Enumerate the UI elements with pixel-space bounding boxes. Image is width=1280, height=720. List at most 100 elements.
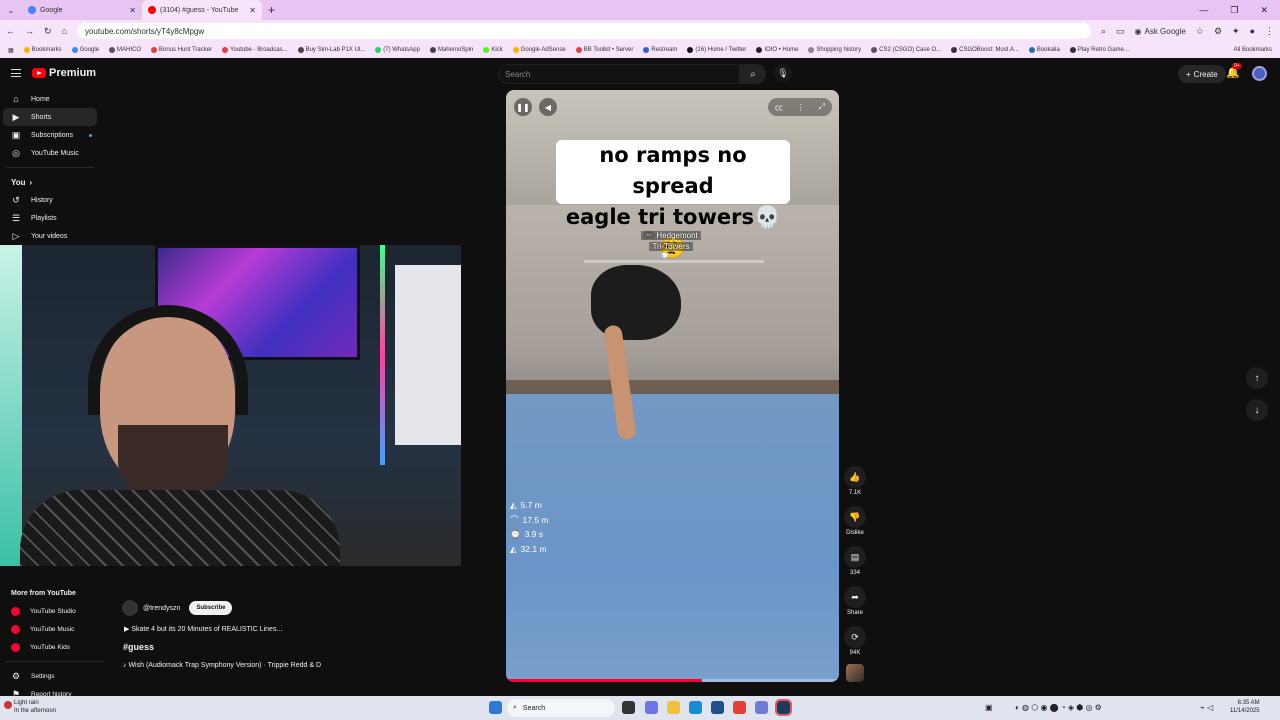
bookmark-item[interactable]: Bookmarks — [23, 47, 62, 53]
more-options-icon[interactable]: ⋮ — [797, 103, 805, 112]
menu-icon[interactable]: ⋮ — [1265, 26, 1274, 37]
bookmark-favicon-icon — [71, 47, 78, 53]
bookmark-item[interactable]: Youtube - Broadcas... — [222, 47, 288, 53]
sidebar-item-your-videos[interactable]: ▷ Your videos — [0, 227, 100, 245]
bookmark-item[interactable]: Google — [71, 47, 99, 53]
subscribe-button[interactable]: Subscribe — [189, 601, 233, 615]
captions-icon[interactable]: ㏄ — [775, 102, 783, 113]
bookmark-item[interactable]: CS2 (CSGO) Case O... — [871, 47, 941, 53]
close-tab-icon[interactable]: ✕ — [249, 6, 256, 15]
sidebar-item-youtube-kids[interactable]: YouTube Kids — [0, 638, 110, 656]
tray-app-icon[interactable]: ▣ — [985, 703, 993, 712]
ask-google-button[interactable]: ◉ Ask Google — [1135, 27, 1186, 36]
bookmark-item[interactable]: Play Retro Game... — [1069, 47, 1129, 53]
apps-icon[interactable]: ▦ — [8, 47, 14, 54]
reload-icon[interactable]: ↻ — [44, 26, 52, 37]
progress-bar[interactable] — [506, 679, 839, 682]
fullscreen-icon[interactable]: ⤢ — [819, 102, 825, 112]
chrome-icon[interactable] — [733, 701, 746, 714]
tray-icons[interactable]: ◐ ◍ ⬡ ◉ ⬤ ◔ ◈ ⬢ ◎ ⚙ — [1015, 703, 1102, 712]
channel-name[interactable]: @trendyszn — [143, 605, 180, 612]
copilot-icon[interactable] — [645, 701, 658, 714]
install-app-icon[interactable]: ▭ — [1116, 26, 1125, 37]
profile-icon[interactable]: ● — [1250, 26, 1255, 36]
url-field[interactable]: youtube.com/shorts/yT4y8cMpgw — [76, 23, 1091, 39]
bookmark-item[interactable]: Google AdSense — [512, 47, 566, 53]
edge-icon[interactable] — [689, 701, 702, 714]
shorts-player[interactable]: ❚❚ ◀ ㏄ ⋮ ⤢ no ramps no spread eagle tri … — [506, 90, 839, 682]
network-volume-icon[interactable]: ⌁ ◁ — [1200, 703, 1213, 712]
steam-icon[interactable] — [775, 699, 792, 716]
bookmark-item[interactable]: CSGOBoost: Most A... — [951, 47, 1019, 53]
voice-search-button[interactable]: 🎙 — [774, 64, 792, 82]
audio-thumbnail[interactable] — [846, 664, 864, 682]
remix-button[interactable]: ⟳ 94K — [840, 626, 870, 666]
bookmark-item[interactable]: Bookalia — [1028, 47, 1060, 53]
sidebar-item-home[interactable]: ⌂ Home — [0, 90, 100, 108]
bookmark-item[interactable]: Buy Sim-Lab P1X Ul... — [297, 47, 365, 53]
audio-track-link[interactable]: ♪ Wish (Audiomack Trap Symphony Version)… — [123, 662, 321, 669]
pause-button[interactable]: ❚❚ — [514, 98, 532, 116]
previous-short-button[interactable]: ↑ — [1246, 367, 1268, 389]
you-section-header[interactable]: You › — [0, 173, 100, 191]
bookmark-item[interactable]: MAHICO — [109, 47, 141, 53]
share-button[interactable]: ➦ Share — [840, 586, 870, 626]
new-tab-icon[interactable]: + — [262, 3, 281, 17]
tab-youtube[interactable]: (3104) #guess - YouTube ✕ — [142, 0, 262, 20]
bookmark-item[interactable]: IOIO • Home — [756, 47, 798, 53]
taskbar-search[interactable]: ⌕ Search — [507, 699, 615, 717]
youtube-premium-logo[interactable]: Premium — [32, 67, 96, 79]
tab-google[interactable]: Google ✕ — [22, 0, 142, 20]
home-icon[interactable]: ⌂ — [62, 26, 67, 36]
extension-puzzle-icon[interactable]: ✦ — [1232, 26, 1240, 37]
notifications-button[interactable]: 🔔 9+ — [1226, 63, 1242, 79]
all-bookmarks-button[interactable]: All Bookmarks — [1234, 47, 1272, 53]
account-avatar[interactable] — [1252, 66, 1267, 81]
zoom-icon[interactable]: ⌕ — [1101, 26, 1106, 37]
sidebar-item-youtube-music[interactable]: ◎ YouTube Music — [0, 144, 100, 162]
task-view-icon[interactable] — [622, 701, 635, 714]
related-video-link[interactable]: ▶ Skate 4 but its 20 Minutes of REALISTI… — [124, 625, 282, 633]
like-button[interactable]: 👍 7.1K — [840, 466, 870, 506]
short-title[interactable]: #guess — [123, 642, 154, 652]
bookmark-item[interactable]: (7) WhatsApp — [375, 47, 420, 53]
close-window-icon[interactable]: ✕ — [1260, 5, 1268, 16]
volume-button[interactable]: ◀ — [539, 98, 557, 116]
search-input[interactable]: Search — [498, 64, 740, 84]
sidebar-item-shorts[interactable]: ▶ Shorts — [3, 108, 97, 126]
minimize-icon[interactable]: — — [1199, 5, 1208, 16]
bookmark-item[interactable]: Shopping history — [808, 47, 861, 53]
channel-avatar[interactable] — [122, 600, 138, 616]
close-tab-icon[interactable]: ✕ — [129, 6, 136, 15]
sidebar-item-youtube-studio[interactable]: YouTube Studio — [0, 602, 110, 620]
sidebar-item-subscriptions[interactable]: ▣ Subscriptions — [0, 126, 100, 144]
weather-widget[interactable]: Light rain In the afternoon — [4, 699, 56, 715]
search-button[interactable]: ⌕ — [740, 64, 766, 84]
sidebar-item-playlists[interactable]: ☰ Playlists — [0, 209, 100, 227]
bookmark-item[interactable]: BB Toolkit • Server — [575, 47, 633, 53]
bookmark-item[interactable]: Bonus Hunt Tracker — [151, 47, 212, 53]
back-icon[interactable]: ← — [6, 26, 15, 36]
maximize-icon[interactable]: ❐ — [1230, 5, 1238, 16]
menu-hamburger-icon[interactable] — [11, 69, 21, 77]
tab-search-icon[interactable]: ⌄ — [0, 6, 22, 15]
discord-icon[interactable] — [755, 701, 768, 714]
bookmark-item[interactable]: Restream — [643, 47, 677, 53]
sidebar-item-history[interactable]: ↺ History — [0, 191, 100, 209]
bookmark-item[interactable]: MahemoSpin — [429, 47, 473, 53]
clock[interactable]: 6:35 AM 11/14/2025 — [1230, 699, 1260, 715]
next-short-button[interactable]: ↓ — [1246, 399, 1268, 421]
forward-icon[interactable]: → — [25, 26, 34, 36]
start-icon[interactable] — [489, 701, 502, 714]
bookmark-item[interactable]: Kick — [483, 47, 503, 53]
sidebar-item-youtube-music-app[interactable]: YouTube Music — [0, 620, 110, 638]
bookmark-star-icon[interactable]: ☆ — [1196, 26, 1204, 37]
comments-button[interactable]: ▤ 334 — [840, 546, 870, 586]
extensions-icon[interactable]: ⚙ — [1214, 26, 1222, 37]
file-explorer-icon[interactable] — [667, 701, 680, 714]
bookmark-item[interactable]: (16) Home / Twitter — [687, 47, 746, 53]
create-button[interactable]: + Create — [1178, 65, 1226, 83]
dislike-button[interactable]: 👎 Dislike — [840, 506, 870, 546]
sidebar-item-settings[interactable]: ⚙ Settings — [0, 667, 110, 685]
store-icon[interactable] — [711, 701, 724, 714]
